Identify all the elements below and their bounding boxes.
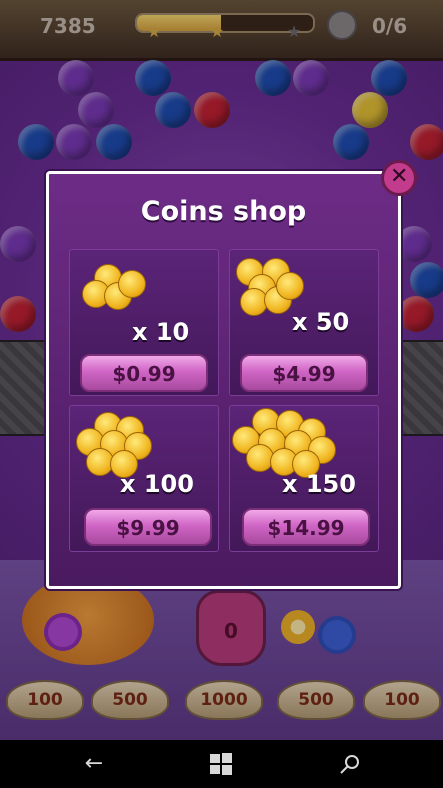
close-icon: ✕ <box>390 164 409 189</box>
buy-button[interactable]: $4.99 <box>240 354 368 392</box>
buy-button[interactable]: $14.99 <box>242 508 370 546</box>
search-icon[interactable] <box>338 752 362 776</box>
coin-offer-tile: x 150 $14.99 <box>229 405 379 552</box>
buy-button[interactable]: $9.99 <box>84 508 212 546</box>
system-navbar: ← <box>0 740 443 788</box>
price-label: $0.99 <box>112 362 176 386</box>
coin-offer-tile: x 10 $0.99 <box>69 249 219 396</box>
offer-quantity: x 10 <box>132 318 190 346</box>
close-button[interactable]: ✕ <box>381 160 417 196</box>
offer-quantity: x 150 <box>282 470 356 498</box>
price-label: $4.99 <box>272 362 336 386</box>
dialog-title: Coins shop <box>140 196 307 227</box>
buy-button[interactable]: $0.99 <box>80 354 208 392</box>
coin-offer-tile: x 50 $4.99 <box>229 249 379 396</box>
back-arrow-icon[interactable]: ← <box>82 752 106 776</box>
offer-quantity: x 100 <box>120 470 194 498</box>
windows-logo-icon[interactable] <box>209 752 233 776</box>
coins-shop-dialog: Coins shop ✕ x 10 $0.99 x 50 $4.99 x 100… <box>46 160 417 589</box>
price-label: $9.99 <box>116 516 180 540</box>
offer-quantity: x 50 <box>292 308 350 336</box>
price-label: $14.99 <box>267 516 345 540</box>
coin-offer-tile: x 100 $9.99 <box>69 405 219 552</box>
